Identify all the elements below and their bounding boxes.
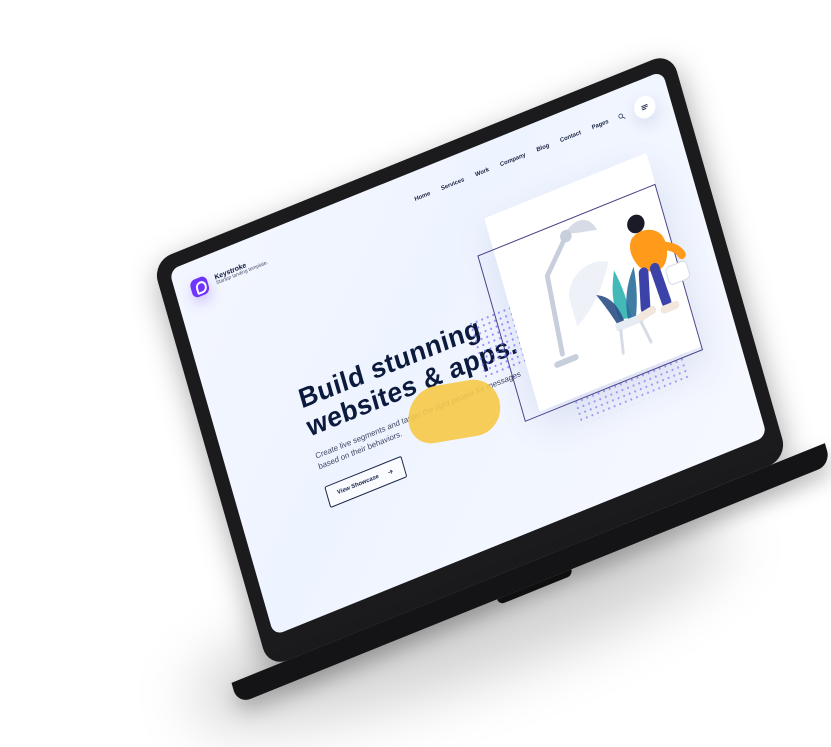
brand-logo-icon[interactable] (188, 274, 211, 300)
brand-text: Keystroke Startup landing template. (214, 254, 269, 287)
view-showcase-label: View Showcase (336, 473, 380, 497)
nav-item-home[interactable]: Home (414, 191, 431, 203)
laptop-scene: Keystroke Startup landing template. Home… (0, 0, 831, 747)
arrow-right-icon (385, 467, 395, 478)
nav-item-blog[interactable]: Blog (536, 143, 550, 154)
search-icon[interactable] (617, 111, 627, 122)
nav-icons (615, 92, 659, 128)
nav-item-contact[interactable]: Contact (560, 130, 582, 144)
brand[interactable]: Keystroke Startup landing template. (188, 251, 270, 300)
nav-item-work[interactable]: Work (475, 167, 490, 178)
nav-item-company[interactable]: Company (500, 152, 527, 168)
hamburger-menu-icon[interactable] (631, 92, 659, 122)
nav-item-pages[interactable]: Pages (591, 119, 609, 131)
nav-item-services[interactable]: Services (441, 177, 466, 192)
